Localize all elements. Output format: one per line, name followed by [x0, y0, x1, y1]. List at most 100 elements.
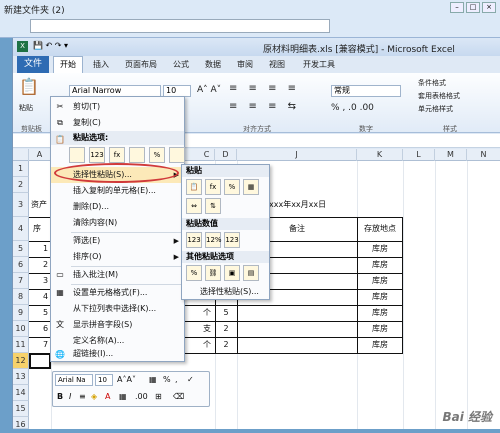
cell-header-location[interactable]: 存放地点 [357, 221, 403, 237]
grow-font-icon[interactable]: A˄A˅ [117, 375, 136, 384]
cell-style-button[interactable]: 单元格样式 [418, 104, 453, 114]
tab-formulas[interactable]: 公式 [173, 59, 189, 70]
cell-row-num[interactable]: 6 [43, 321, 48, 337]
cell-location[interactable]: 库房 [357, 337, 403, 353]
cell-location[interactable]: 库房 [357, 321, 403, 337]
column-header[interactable]: J [237, 149, 357, 161]
cell-location[interactable]: 库房 [357, 257, 403, 273]
cell-date[interactable]: xxx年xx月xx日 [269, 197, 326, 213]
paste-formula-icon[interactable]: fx [205, 179, 221, 195]
italic-button[interactable]: I [69, 392, 71, 401]
align-buttons[interactable]: ≡ ≡ ≡ ≡ [229, 83, 300, 94]
mini-size-combo[interactable]: 10 [95, 374, 113, 386]
tab-developer[interactable]: 开发工具 [303, 59, 335, 70]
align-buttons-2[interactable]: ≡ ≡ ≡ ⇆ [229, 101, 300, 112]
table-format-button[interactable]: 套用表格格式 [418, 91, 460, 101]
tab-review[interactable]: 审阅 [237, 59, 253, 70]
column-header[interactable]: A [29, 149, 51, 161]
menu-item-format-cells[interactable]: ▦ 设置单元格格式(F)... [51, 285, 184, 301]
explorer-address-bar[interactable] [30, 19, 330, 33]
number-buttons[interactable]: % ‚ .0 .00 [331, 103, 374, 113]
column-header[interactable]: M [435, 149, 467, 161]
border-icon[interactable]: ▦ [119, 392, 127, 401]
cell-title-fragment[interactable]: 资产 [31, 197, 47, 213]
quick-access-toolbar[interactable]: 💾 ↶ ↷ ▾ [33, 41, 68, 50]
row-header[interactable]: 6 [13, 257, 29, 273]
tab-file[interactable]: 文件 [17, 56, 49, 73]
paste-no-border-icon[interactable]: ▦ [243, 179, 259, 195]
paste-link-icon[interactable]: ⛓ [205, 265, 221, 281]
menu-item-clear[interactable]: 清除内容(N) [51, 215, 184, 231]
cell-qty[interactable]: 2 [215, 337, 237, 353]
column-header[interactable]: K [357, 149, 403, 161]
cell-location[interactable]: 库房 [357, 273, 403, 289]
cell-location[interactable]: 库房 [357, 289, 403, 305]
menu-item-pick-list[interactable]: 从下拉列表中选择(K)... [51, 301, 184, 317]
cell-row-num[interactable]: 3 [43, 273, 48, 289]
row-header[interactable]: 2 [13, 177, 29, 193]
minimize-button[interactable]: – [450, 2, 464, 13]
row-header[interactable]: 14 [13, 385, 29, 401]
format-painter-icon[interactable]: ✓ [187, 375, 194, 384]
fill-color-icon[interactable]: ◈ [91, 392, 97, 401]
number-format-combo[interactable]: 常规 [331, 85, 401, 97]
comma-button[interactable]: , [175, 375, 178, 384]
cell-qty[interactable]: 5 [215, 305, 237, 321]
menu-item-insert-copied[interactable]: 插入复制的单元格(E)... [51, 183, 184, 199]
paste-values-format-icon[interactable]: 12% [205, 232, 222, 248]
column-header[interactable]: D [215, 149, 237, 161]
close-button[interactable]: × [482, 2, 496, 13]
paste-formatting-icon[interactable]: % [186, 265, 202, 281]
paste-transpose-icon[interactable]: ⇅ [205, 198, 221, 214]
align-icon[interactable]: ≡ [79, 392, 86, 401]
row-header[interactable]: 7 [13, 273, 29, 289]
cell-unit[interactable]: 个 [199, 305, 215, 321]
cell-row-num[interactable]: 2 [43, 257, 48, 273]
cell-row-num[interactable]: 4 [43, 289, 48, 305]
percent-button[interactable]: % [163, 375, 171, 384]
cell-row-num[interactable]: 7 [43, 337, 48, 353]
column-header[interactable]: L [403, 149, 435, 161]
row-header[interactable]: 1 [13, 161, 29, 177]
paste-col-width-icon[interactable]: ⇔ [186, 198, 202, 214]
paste-values-icon[interactable]: 123 [186, 232, 202, 248]
paste-option-icon[interactable] [69, 147, 85, 163]
row-header-selected[interactable]: 12 [13, 353, 29, 369]
decimal-icon[interactable]: .00 [135, 392, 148, 401]
cell-row-num[interactable]: 5 [43, 305, 48, 321]
merge-icon[interactable]: ⊞ [155, 392, 162, 401]
column-header[interactable]: N [467, 149, 500, 161]
bold-button[interactable]: B [57, 392, 63, 401]
menu-item-copy[interactable]: ⧉ 复制(C) [51, 115, 184, 131]
tab-home[interactable]: 开始 [53, 56, 83, 73]
conditional-format-button[interactable]: 条件格式 [418, 78, 446, 88]
menu-item-sort[interactable]: 排序(O) ▶ [51, 249, 184, 265]
cell-unit[interactable]: 个 [199, 337, 215, 353]
paste-link-icon[interactable] [169, 147, 185, 163]
row-header[interactable]: 5 [13, 241, 29, 257]
tab-data[interactable]: 数据 [205, 59, 221, 70]
tab-page-layout[interactable]: 页面布局 [125, 59, 157, 70]
cell-location[interactable]: 库房 [357, 241, 403, 257]
row-header[interactable]: 15 [13, 401, 29, 417]
paste-linked-picture-icon[interactable]: ▤ [243, 265, 259, 281]
row-header[interactable]: 11 [13, 337, 29, 353]
menu-item-delete[interactable]: 删除(D)... [51, 199, 184, 215]
row-header[interactable]: 3 [13, 193, 29, 217]
paste-picture-icon[interactable]: ▣ [224, 265, 240, 281]
number-format-icon[interactable]: ▦ [149, 375, 157, 384]
menu-item-hyperlink[interactable]: 🌐 超链接(I)... [51, 347, 184, 361]
grow-font-icon[interactable]: A˄ A˅ [197, 85, 221, 95]
row-header[interactable]: 13 [13, 369, 29, 385]
row-header[interactable]: 8 [13, 289, 29, 305]
cell-unit[interactable]: 支 [199, 321, 215, 337]
paste-button-label[interactable]: 粘贴 [19, 103, 33, 113]
menu-item-cut[interactable]: ✂ 剪切(T) [51, 99, 184, 115]
menu-item-phonetic[interactable]: 文显示拼音字段(S) [51, 317, 184, 333]
font-color-icon[interactable]: A [105, 392, 110, 401]
row-header[interactable]: 4 [13, 217, 29, 241]
cell-row-num[interactable]: 1 [43, 241, 48, 257]
row-header[interactable]: 16 [13, 417, 29, 429]
menu-item-insert-comment[interactable]: ▭ 插入批注(M) [51, 267, 184, 283]
paste-icon[interactable]: 📋 [19, 77, 39, 96]
